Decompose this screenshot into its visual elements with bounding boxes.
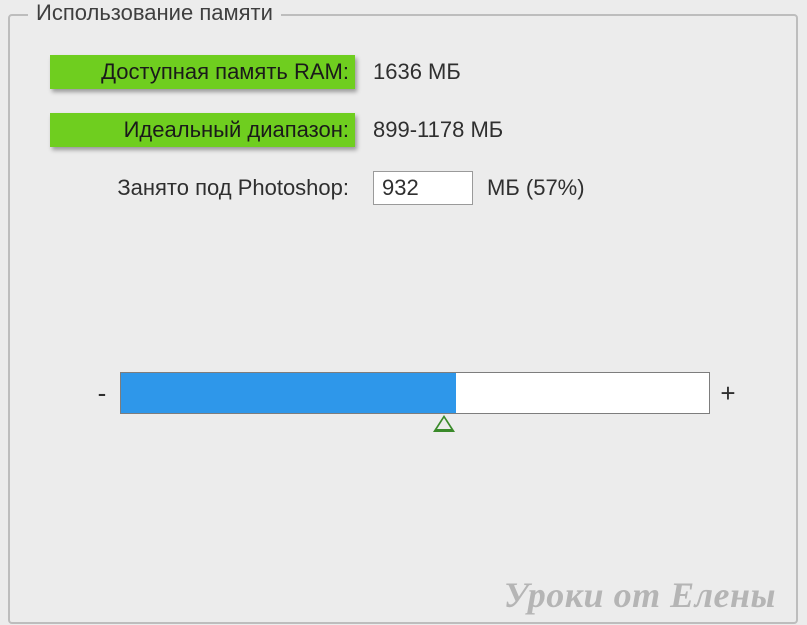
watermark-text: Уроки от Елены — [504, 574, 776, 616]
row-available-ram: Доступная память RAM: 1636 МБ — [50, 52, 756, 92]
group-legend: Использование памяти — [28, 0, 281, 26]
photoshop-usage-unit: МБ (57%) — [487, 175, 585, 201]
slider-minus-icon[interactable]: - — [84, 378, 120, 409]
memory-slider-handle-inner — [437, 418, 451, 429]
memory-slider-fill — [121, 373, 456, 413]
photoshop-usage-input[interactable] — [373, 171, 473, 205]
memory-usage-group: Использование памяти Доступная память RA… — [8, 14, 798, 624]
ideal-range-label: Идеальный диапазон: — [50, 113, 355, 147]
settings-rows: Доступная память RAM: 1636 МБ Идеальный … — [10, 16, 796, 208]
ideal-range-value: 899-1178 МБ — [373, 117, 503, 143]
available-ram-label: Доступная память RAM: — [50, 55, 355, 89]
photoshop-usage-label: Занято под Photoshop: — [50, 175, 355, 201]
memory-slider-track[interactable] — [120, 372, 710, 414]
available-ram-value: 1636 МБ — [373, 59, 461, 85]
slider-plus-icon[interactable]: + — [710, 378, 746, 409]
row-photoshop-usage: Занято под Photoshop: МБ (57%) — [50, 168, 756, 208]
memory-slider-area: - + — [84, 372, 746, 414]
row-ideal-range: Идеальный диапазон: 899-1178 МБ — [50, 110, 756, 150]
